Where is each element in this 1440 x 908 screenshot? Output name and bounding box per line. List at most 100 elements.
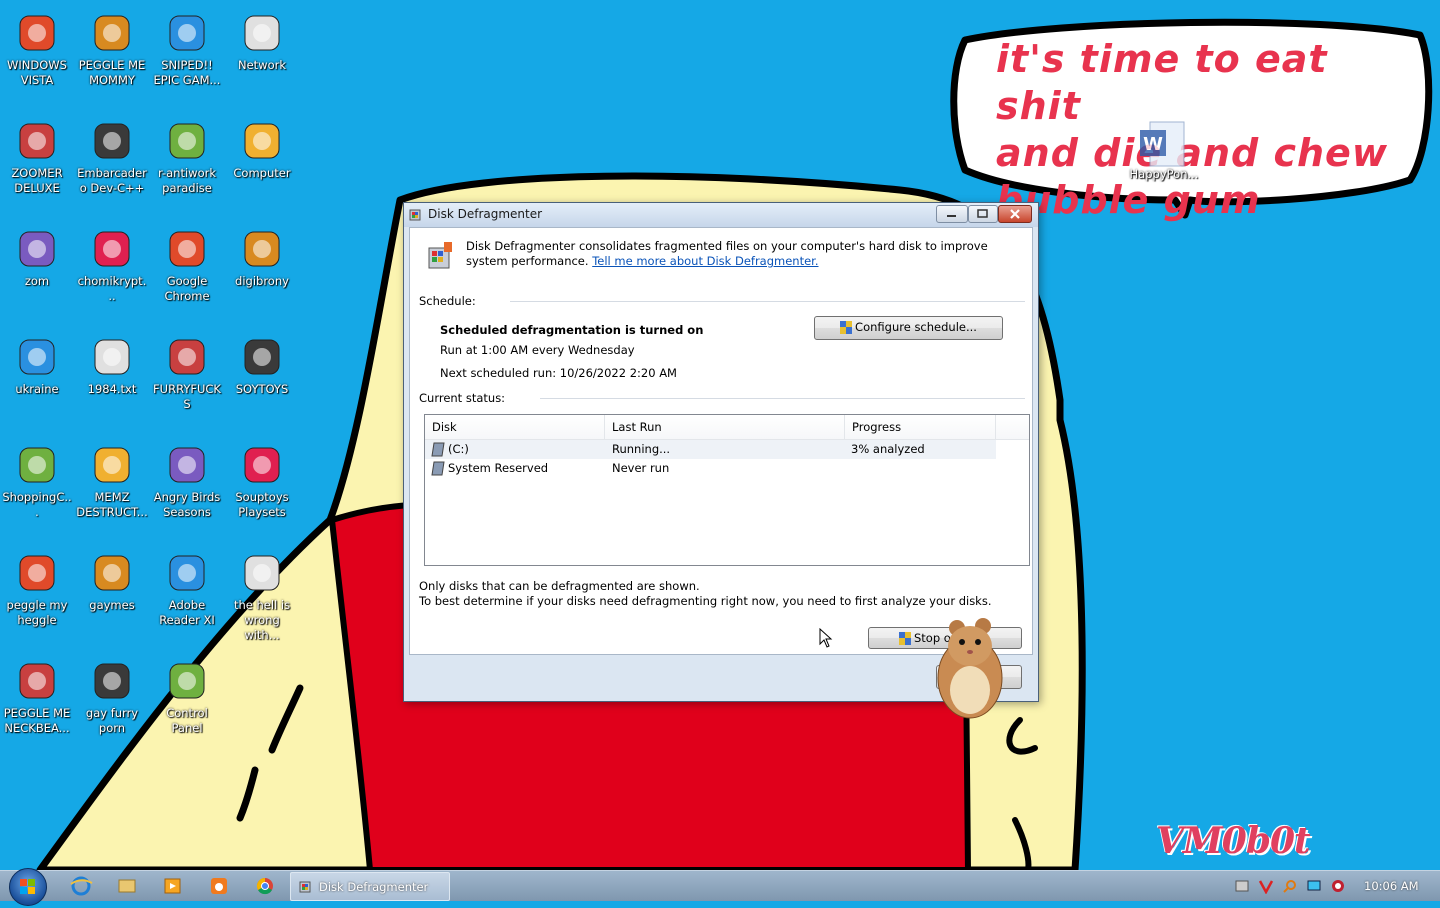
shortcut-app-icon [239,226,285,272]
tray-network-icon[interactable] [1234,878,1250,894]
desktop-icon[interactable]: FURRYFUCKS [150,330,224,412]
desktop-icon-label: r-antiwork paradise [157,166,216,195]
window-title: Disk Defragmenter [428,207,543,221]
shortcut-app-icon [239,442,285,488]
disk-last-run: Running... [612,442,671,456]
tray-antivirus-icon[interactable] [1258,878,1274,894]
current-status-label: Current status: [419,391,506,405]
desktop-icon[interactable]: Angry Birds Seasons [150,438,224,520]
defrag-small-icon [299,881,311,893]
desktop-icon[interactable]: Adobe Reader XI [150,546,224,628]
desktop-icon[interactable]: SOYTOYS [225,330,299,397]
taskbar-media-player[interactable] [154,874,192,898]
minimize-button[interactable] [936,205,968,223]
shortcut-app-icon [89,118,135,164]
shortcut-app-icon [164,118,210,164]
desktop-icon-label: SNIPED!! EPIC GAM... [153,58,221,87]
schedule-next-run: Next scheduled run: 10/26/2022 2:20 AM [440,366,677,380]
tray-display-icon[interactable] [1306,878,1322,894]
column-last-run[interactable]: Last Run [605,415,845,439]
configure-schedule-label: Configure schedule... [855,320,977,334]
shortcut-app-icon [89,442,135,488]
tray-volume-icon[interactable] [1330,878,1346,894]
desktop-icon[interactable]: MEMZ DESTRUCT... [75,438,149,520]
desktop-icon[interactable]: PEGGLE ME MOMMY [75,6,149,88]
desktop-icon[interactable]: zom [0,222,74,289]
shortcut-app-icon [89,334,135,380]
desktop-icon[interactable]: ShoppingC... [0,438,74,520]
tray-search-icon[interactable] [1282,878,1298,894]
taskbar-uc-browser[interactable] [200,874,238,898]
shortcut-app-icon [164,442,210,488]
desktop-icon[interactable]: Souptoys Playsets [225,438,299,520]
learn-more-link[interactable]: Tell me more about Disk Defragmenter. [592,254,818,268]
desktop-icon-label: Network [237,58,287,72]
window-client-area: Disk Defragmenter consolidates fragmente… [409,227,1033,655]
wallpaper-speech-text: it's time to eat shit and die and chew b… [996,36,1416,224]
configure-schedule-button[interactable]: Configure schedule... [814,316,1003,340]
desktop-icon-label: Computer [233,166,291,180]
desktop-icon[interactable]: r-antiwork paradise [150,114,224,196]
desktop-icon[interactable]: ZOOMER DELUXE [0,114,74,196]
desktop-icon[interactable]: Control Panel [150,654,224,736]
taskbar-task-disk-defragmenter[interactable]: Disk Defragmenter [290,872,450,901]
desktop-icon-label: gaymes [89,598,135,612]
desktop-icon[interactable]: the hell is wrong with... [225,546,299,643]
taskbar-internet-explorer[interactable] [62,874,100,898]
hamster-pet-icon[interactable] [925,612,1015,722]
desktop-icon-label: WINDOWS VISTA [7,58,67,87]
window-titlebar[interactable]: Disk Defragmenter [404,203,1038,227]
desktop-icon[interactable]: SNIPED!! EPIC GAM... [150,6,224,88]
desktop-icon-label: MEMZ DESTRUCT... [76,490,148,519]
minimize-icon [947,215,956,217]
shortcut-app-icon [164,334,210,380]
disk-row[interactable]: System Reserved Never run [425,459,996,478]
shortcut-app-icon [89,226,135,272]
desktop-icon-label: ShoppingC... [2,490,72,519]
column-disk[interactable]: Disk [425,415,605,439]
shortcut-app-icon [164,550,210,596]
desktop-icon-label: zom [24,274,50,288]
desktop-icon[interactable]: gay furry porn [75,654,149,736]
desktop-icon[interactable]: 1984.txt [75,330,149,397]
desktop-icon[interactable]: Embarcadero Dev-C++ [75,114,149,196]
maximize-button[interactable] [968,205,998,223]
start-button[interactable] [9,868,47,906]
desktop-icon[interactable]: chomikrypt... [75,222,149,304]
desktop-icon[interactable]: Google Chrome [150,222,224,304]
column-progress[interactable]: Progress [845,415,996,439]
desktop-icon[interactable]: ukraine [0,330,74,397]
desktop-icon[interactable]: PEGGLE ME NECKBEA... [0,654,74,736]
desktop-icon-label: Angry Birds Seasons [153,490,221,519]
uac-shield-icon [899,632,911,645]
bubble-line-2: and die and chew [996,131,1388,175]
shortcut-app-icon [89,658,135,704]
desktop-icon-label: Embarcadero Dev-C++ [77,166,147,195]
desktop-icon[interactable]: WINDOWS VISTA [0,6,74,88]
desktop-icon[interactable]: gaymes [75,546,149,613]
word-document-icon[interactable]: W [1138,120,1188,174]
taskbar-windows-explorer[interactable] [108,874,146,898]
taskbar-chrome[interactable] [246,874,284,898]
desktop-icon[interactable]: Network [225,6,299,73]
shortcut-app-icon [14,442,60,488]
disk-name: (C:) [448,442,469,456]
desktop-icon-label: peggle my heggle [6,598,68,627]
disk-list[interactable]: Disk Last Run Progress (C:) Running... 3… [424,414,1030,566]
disk-row[interactable]: (C:) Running... 3% analyzed [425,440,996,459]
desktop-icon[interactable]: digibrony [225,222,299,289]
uc-browser-icon [211,878,227,894]
taskbar-clock[interactable]: 10:06 AM [1364,879,1419,893]
disk-defragmenter-icon [428,242,452,269]
desktop-icon[interactable]: peggle my heggle [0,546,74,628]
taskbar: Disk Defragmenter 10:06 AM [0,868,1440,906]
bubble-line-1: it's time to eat shit [996,37,1328,128]
wallpaper-signature: VM0b0t [1156,820,1311,862]
note-line-1: Only disks that can be defragmented are … [419,579,700,593]
desktop-icon-label: Souptoys Playsets [235,490,289,519]
desktop-icon-label: Adobe Reader XI [159,598,215,627]
shortcut-app-icon [164,10,210,56]
desktop-icon[interactable]: Computer [225,114,299,181]
shortcut-app-icon [164,226,210,272]
close-window-button[interactable] [998,205,1032,223]
